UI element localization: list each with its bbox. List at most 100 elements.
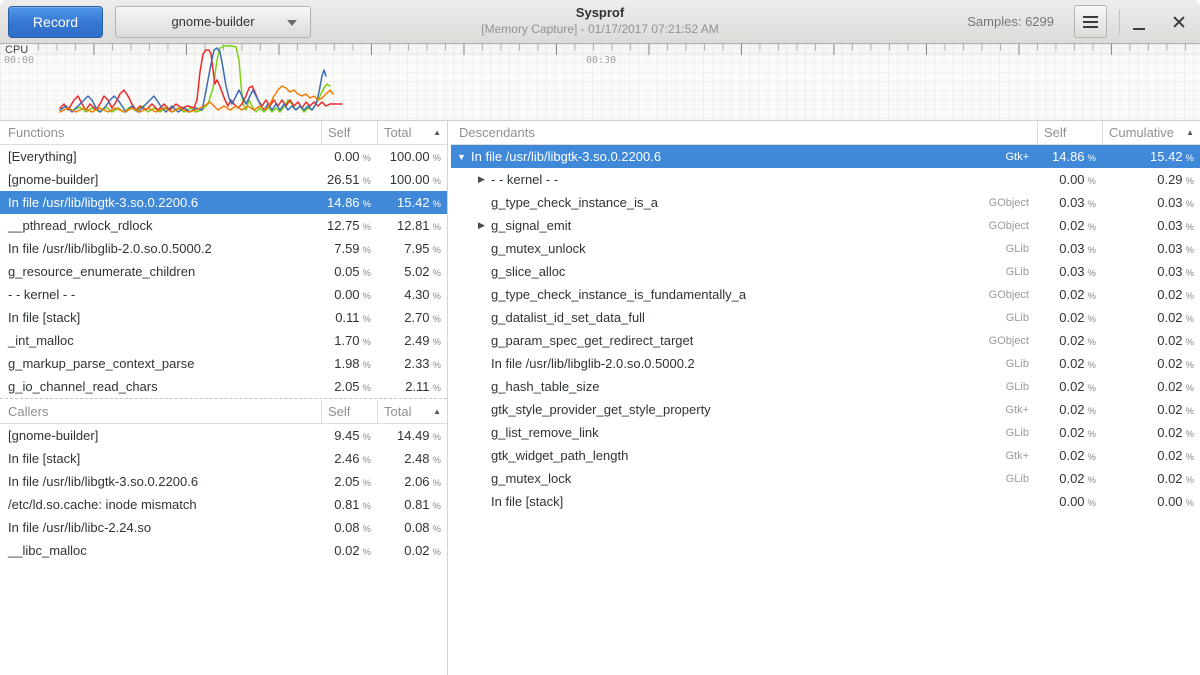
percent-sign: % — [1186, 314, 1194, 325]
percent-sign: % — [433, 547, 441, 558]
function-name: g_markup_parse_context_parse — [0, 356, 321, 371]
table-row[interactable]: In file /usr/lib/libc-2.24.so0.08%0.08% — [0, 516, 447, 539]
tree-row[interactable]: g_mutex_lockGLib0.02%0.02% — [451, 467, 1200, 490]
percent-sign: % — [1088, 199, 1096, 210]
tree-row[interactable]: g_type_check_instance_is_aGObject0.03%0.… — [451, 191, 1200, 214]
tree-row[interactable]: gtk_style_provider_get_style_propertyGtk… — [451, 398, 1200, 421]
tree-row[interactable]: gtk_widget_path_lengthGtk+0.02%0.02% — [451, 444, 1200, 467]
table-row[interactable]: __libc_malloc0.02%0.02% — [0, 539, 447, 562]
total-percent-cell: 100.00% — [377, 172, 447, 187]
chevron-down-icon — [287, 20, 297, 26]
percent-value: 0.00 — [1157, 494, 1182, 509]
percent-value: 15.42 — [1150, 149, 1183, 164]
percent-value: 0.00 — [334, 287, 359, 302]
total-percent-cell: 0.08% — [377, 520, 447, 535]
percent-sign: % — [363, 153, 371, 164]
cumulative-percent-cell: 15.42% — [1102, 149, 1200, 164]
table-row[interactable]: In file /usr/lib/libgtk-3.so.0.2200.614.… — [0, 191, 447, 214]
callers-table: [gnome-builder]9.45%14.49% In file [stack… — [0, 424, 447, 562]
expander-closed-icon[interactable]: ▶ — [475, 174, 488, 185]
percent-value: 0.08 — [334, 520, 359, 535]
cumulative-percent-cell: 0.02% — [1102, 471, 1200, 486]
percent-value: 0.81 — [334, 497, 359, 512]
tree-row[interactable]: g_datalist_id_set_data_fullGLib0.02%0.02… — [451, 306, 1200, 329]
self-percent-cell: 0.02% — [1037, 356, 1102, 371]
expander-closed-icon[interactable]: ▶ — [475, 220, 488, 231]
self-percent-cell: 0.02% — [1037, 218, 1102, 233]
callers-column-header[interactable]: Callers — [0, 400, 321, 423]
tree-row[interactable]: ▼In file /usr/lib/libgtk-3.so.0.2200.6Gt… — [451, 145, 1200, 168]
percent-sign: % — [363, 176, 371, 187]
library-category-label: Gtk+ — [1005, 151, 1037, 163]
callers-self-column-header[interactable]: Self — [321, 400, 377, 423]
function-name: g_io_channel_read_chars — [0, 379, 321, 394]
callers-total-column-header[interactable]: Total ▲ — [377, 400, 447, 423]
self-percent-cell: 0.02% — [1037, 425, 1102, 440]
percent-value: 2.46 — [334, 451, 359, 466]
function-name: In file [stack] — [491, 494, 563, 509]
menu-button[interactable] — [1074, 5, 1107, 38]
close-button[interactable] — [1164, 5, 1194, 38]
function-name: - - kernel - - — [0, 287, 321, 302]
self-percent-cell: 9.45% — [321, 428, 377, 443]
functions-column-header[interactable]: Functions — [0, 121, 321, 144]
percent-sign: % — [433, 176, 441, 187]
tree-row[interactable]: g_param_spec_get_redirect_targetGObject0… — [451, 329, 1200, 352]
functions-table-header: Functions Self Total ▲ — [0, 121, 447, 145]
functions-self-column-header[interactable]: Self — [321, 121, 377, 144]
table-row[interactable]: g_markup_parse_context_parse1.98%2.33% — [0, 352, 447, 375]
tree-row[interactable]: g_type_check_instance_is_fundamentally_a… — [451, 283, 1200, 306]
percent-value: 0.02 — [1059, 333, 1084, 348]
percent-value: 0.08 — [404, 520, 429, 535]
right-pane: Descendants Self Cumulative ▲ ▼In file /… — [451, 121, 1200, 675]
percent-sign: % — [1186, 337, 1194, 348]
descendants-self-column-header[interactable]: Self — [1037, 121, 1102, 144]
percent-value: 0.03 — [1157, 241, 1182, 256]
table-row[interactable]: In file /usr/lib/libgtk-3.so.0.2200.62.0… — [0, 470, 447, 493]
tree-row[interactable]: ▶- - kernel - -0.00%0.29% — [451, 168, 1200, 191]
function-name: [Everything] — [0, 149, 321, 164]
record-button[interactable]: Record — [8, 6, 103, 38]
table-row[interactable]: __pthread_rwlock_rdlock12.75%12.81% — [0, 214, 447, 237]
table-row[interactable]: [gnome-builder]26.51%100.00% — [0, 168, 447, 191]
percent-sign: % — [1186, 222, 1194, 233]
table-row[interactable]: /etc/ld.so.cache: inode mismatch0.81%0.8… — [0, 493, 447, 516]
tree-row[interactable]: ▶g_signal_emitGObject0.02%0.03% — [451, 214, 1200, 237]
table-row[interactable]: In file /usr/lib/libglib-2.0.so.0.5000.2… — [0, 237, 447, 260]
tree-row[interactable]: In file [stack]0.00%0.00% — [451, 490, 1200, 513]
tree-row[interactable]: g_list_remove_linkGLib0.02%0.02% — [451, 421, 1200, 444]
expander-open-icon[interactable]: ▼ — [455, 152, 468, 162]
function-name: In file [stack] — [0, 310, 321, 325]
function-name: In file [stack] — [0, 451, 321, 466]
tree-row[interactable]: g_slice_allocGLib0.03%0.03% — [451, 260, 1200, 283]
table-row[interactable]: g_io_channel_read_chars2.05%2.11% — [0, 375, 447, 398]
table-row[interactable]: _int_malloc1.70%2.49% — [0, 329, 447, 352]
table-row[interactable]: g_resource_enumerate_children0.05%5.02% — [0, 260, 447, 283]
minimize-button[interactable] — [1124, 5, 1154, 38]
table-row[interactable]: In file [stack]0.11%2.70% — [0, 306, 447, 329]
self-percent-cell: 0.02% — [1037, 448, 1102, 463]
function-name: g_datalist_id_set_data_full — [491, 310, 645, 325]
time-label-mid: 00:30 — [586, 55, 616, 66]
table-row[interactable]: [Everything]0.00%100.00% — [0, 145, 447, 168]
percent-sign: % — [433, 245, 441, 256]
tree-row[interactable]: g_hash_table_sizeGLib0.02%0.02% — [451, 375, 1200, 398]
descendants-cumulative-column-header[interactable]: Cumulative ▲ — [1102, 121, 1200, 144]
descendants-column-header[interactable]: Descendants — [451, 121, 1037, 144]
self-percent-cell: 14.86% — [321, 195, 377, 210]
percent-value: 0.02 — [1157, 379, 1182, 394]
tree-row[interactable]: g_mutex_unlockGLib0.03%0.03% — [451, 237, 1200, 260]
self-percent-cell: 0.08% — [321, 520, 377, 535]
table-row[interactable]: - - kernel - -0.00%4.30% — [0, 283, 447, 306]
target-process-label: gnome-builder — [171, 14, 254, 29]
table-row[interactable]: [gnome-builder]9.45%14.49% — [0, 424, 447, 447]
functions-total-column-header[interactable]: Total ▲ — [377, 121, 447, 144]
table-row[interactable]: In file [stack]2.46%2.48% — [0, 447, 447, 470]
percent-value: 0.02 — [1059, 356, 1084, 371]
target-process-dropdown[interactable]: gnome-builder — [115, 6, 311, 38]
cpu-timeline[interactable]: CPU 00:00 00:30 — [0, 44, 1200, 121]
tree-row[interactable]: In file /usr/lib/libglib-2.0.so.0.5000.2… — [451, 352, 1200, 375]
percent-value: 2.11 — [405, 379, 429, 394]
self-percent-cell: 0.81% — [321, 497, 377, 512]
function-name: g_list_remove_link — [491, 425, 599, 440]
